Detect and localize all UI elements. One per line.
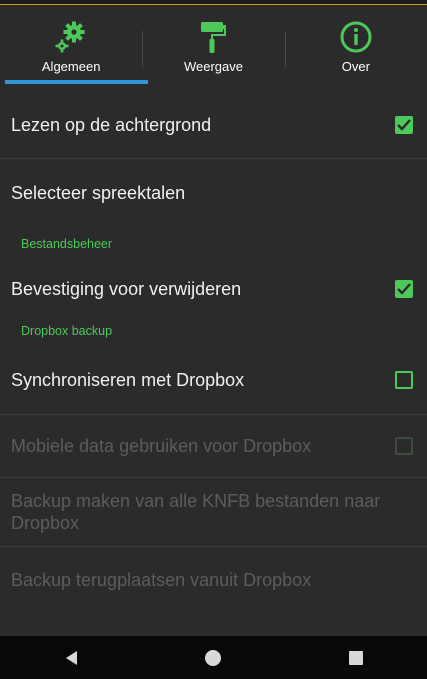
tab-algemeen[interactable]: Algemeen xyxy=(0,5,142,82)
gears-icon xyxy=(55,21,85,53)
section-header-file-management: Bestandsbeheer xyxy=(21,236,113,251)
setting-select-languages[interactable]: Selecteer spreektalen xyxy=(0,159,427,226)
tab-label: Algemeen xyxy=(41,59,101,74)
info-icon xyxy=(340,21,372,53)
recents-icon xyxy=(348,650,363,665)
recents-button[interactable] xyxy=(326,643,386,673)
tab-label: Over xyxy=(341,59,370,74)
setting-title: Backup terugplaatsen vanuit Dropbox xyxy=(11,570,312,590)
sync-dropbox-checkbox[interactable] xyxy=(395,371,413,389)
tab-over[interactable]: Over xyxy=(284,5,427,82)
back-icon xyxy=(66,650,78,665)
tab-weergave[interactable]: Weergave xyxy=(142,5,284,82)
setting-backup-all: Backup maken van alle KNFB bestanden naa… xyxy=(0,478,427,547)
setting-title: Selecteer spreektalen xyxy=(11,182,186,203)
setting-sync-dropbox[interactable]: Synchroniseren met Dropbox xyxy=(0,346,427,415)
home-button[interactable] xyxy=(183,643,243,673)
setting-read-background[interactable]: Lezen op de achtergrond xyxy=(0,92,427,159)
setting-restore-backup: Backup terugplaatsen vanuit Dropbox xyxy=(0,547,427,613)
checkmark-icon xyxy=(397,119,411,131)
tab-selected-indicator xyxy=(5,80,148,84)
tab-label: Weergave xyxy=(183,59,243,74)
read-background-checkbox[interactable] xyxy=(395,116,413,134)
settings-list: Lezen op de achtergrond Selecteer spreek… xyxy=(0,92,427,613)
mobile-data-checkbox xyxy=(395,437,413,455)
checkmark-icon xyxy=(397,282,411,295)
back-button[interactable] xyxy=(41,643,101,673)
tab-bar: Algemeen Weergave Over xyxy=(0,5,427,84)
setting-mobile-data: Mobiele data gebruiken voor Dropbox xyxy=(0,415,427,478)
setting-title: Backup maken van alle KNFB bestanden naa… xyxy=(11,491,381,533)
home-icon xyxy=(205,649,222,666)
confirm-delete-checkbox[interactable] xyxy=(395,279,413,298)
setting-confirm-delete[interactable]: Bevestiging voor verwijderen xyxy=(0,261,427,316)
setting-title: Synchroniseren met Dropbox xyxy=(11,370,245,390)
setting-title: Lezen op de achtergrond xyxy=(11,115,212,135)
setting-title: Bevestiging voor verwijderen xyxy=(11,278,242,299)
setting-title: Mobiele data gebruiken voor Dropbox xyxy=(11,436,312,456)
section-header-dropbox: Dropbox backup xyxy=(21,324,113,338)
system-nav-bar xyxy=(0,636,427,679)
paint-roller-icon xyxy=(201,22,227,53)
